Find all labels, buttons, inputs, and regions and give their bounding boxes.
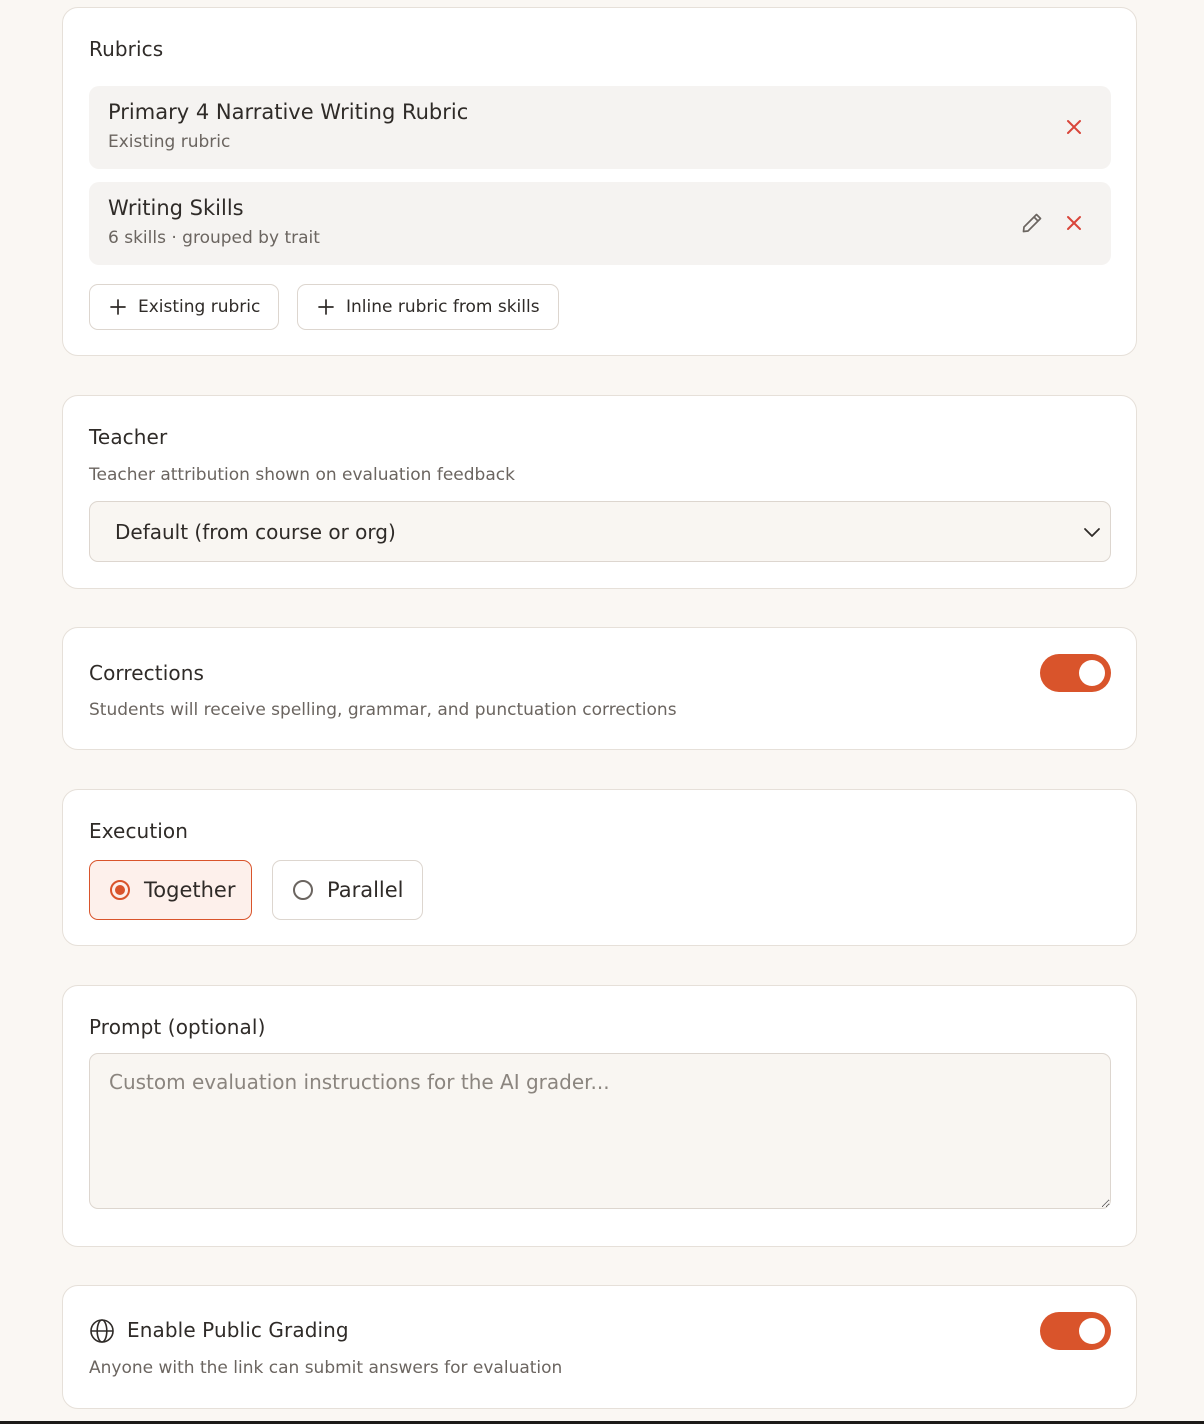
radio-unselected-icon	[293, 880, 313, 900]
pencil-icon	[1022, 213, 1042, 233]
teacher-select[interactable]: Default (from course or org)	[89, 501, 1111, 562]
public-grading-title: Enable Public Grading	[127, 1318, 349, 1342]
prompt-card: Prompt (optional)	[62, 985, 1137, 1247]
rubric-subtitle: 6 skills · grouped by trait	[108, 228, 320, 248]
plus-icon	[110, 299, 126, 315]
edit-rubric-button[interactable]	[1016, 207, 1048, 239]
execution-option-label: Parallel	[327, 878, 404, 902]
add-inline-rubric-button[interactable]: Inline rubric from skills	[297, 284, 559, 330]
rubrics-title: Rubrics	[89, 37, 164, 61]
prompt-title: Prompt (optional)	[89, 1015, 266, 1039]
execution-option-label: Together	[144, 878, 236, 902]
teacher-card: Teacher Teacher attribution shown on eva…	[62, 395, 1137, 589]
public-grading-card: Enable Public Grading Anyone with the li…	[62, 1285, 1137, 1409]
rubrics-card: Rubrics Primary 4 Narrative Writing Rubr…	[62, 7, 1137, 356]
corrections-title: Corrections	[89, 661, 204, 685]
close-icon	[1067, 216, 1081, 230]
close-icon	[1067, 120, 1081, 134]
plus-icon	[318, 299, 334, 315]
teacher-select-value: Default (from course or org)	[115, 520, 396, 544]
public-grading-description: Anyone with the link can submit answers …	[89, 1358, 563, 1378]
corrections-card: Corrections Students will receive spelli…	[62, 627, 1137, 750]
remove-rubric-button[interactable]	[1058, 207, 1090, 239]
execution-card: Execution Together Parallel	[62, 789, 1137, 946]
radio-selected-icon	[110, 880, 130, 900]
execution-option-together[interactable]: Together	[89, 860, 252, 920]
remove-rubric-button[interactable]	[1058, 111, 1090, 143]
globe-icon	[90, 1319, 114, 1343]
rubric-item: Primary 4 Narrative Writing Rubric Exist…	[89, 86, 1111, 169]
chevron-down-icon	[1084, 528, 1100, 537]
rubric-name: Primary 4 Narrative Writing Rubric	[108, 100, 469, 124]
rubric-item: Writing Skills 6 skills · grouped by tra…	[89, 182, 1111, 265]
execution-option-parallel[interactable]: Parallel	[272, 860, 423, 920]
add-existing-rubric-button[interactable]: Existing rubric	[89, 284, 280, 330]
rubric-subtitle: Existing rubric	[108, 132, 231, 152]
public-grading-toggle[interactable]	[1040, 1312, 1111, 1350]
prompt-textarea[interactable]	[89, 1053, 1111, 1209]
add-existing-rubric-label: Existing rubric	[138, 297, 261, 317]
toggle-knob	[1079, 660, 1105, 686]
corrections-toggle[interactable]	[1040, 654, 1111, 692]
corrections-description: Students will receive spelling, grammar,…	[89, 700, 677, 720]
toggle-knob	[1079, 1318, 1105, 1344]
add-inline-rubric-label: Inline rubric from skills	[346, 297, 540, 317]
teacher-title: Teacher	[89, 425, 168, 449]
rubric-name: Writing Skills	[108, 196, 244, 220]
execution-title: Execution	[89, 819, 189, 843]
teacher-description: Teacher attribution shown on evaluation …	[89, 465, 515, 485]
